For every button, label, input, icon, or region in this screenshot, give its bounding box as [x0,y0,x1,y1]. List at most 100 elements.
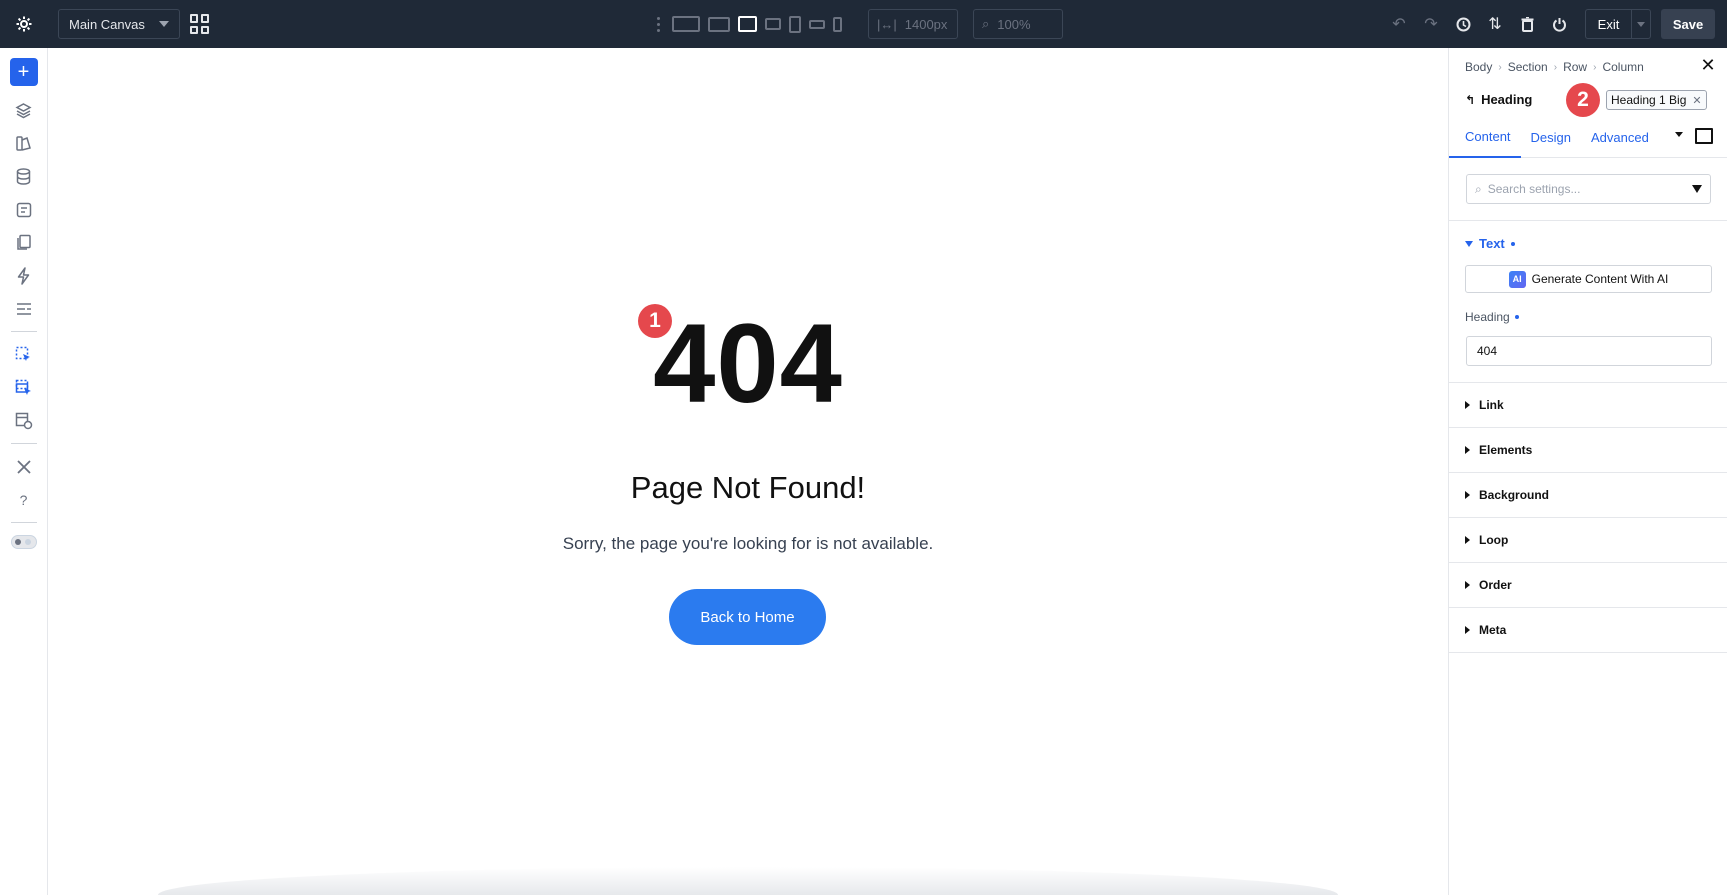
caret-right-icon [1465,581,1470,589]
help-icon[interactable]: ? [0,483,48,516]
back-arrow-icon[interactable]: ↰ [1465,93,1475,107]
breadcrumb-section[interactable]: Section [1508,60,1548,74]
page-heading-404[interactable]: 404 [48,308,1448,420]
theme-customizer-icon[interactable] [0,127,48,160]
tablet-view-icon[interactable] [789,0,801,48]
settings-gear-icon[interactable] [0,0,48,48]
page-not-found-title[interactable]: Page Not Found! [48,470,1448,506]
exit-button-group: Exit [1585,9,1651,39]
redo-icon[interactable]: ↷ [1415,0,1447,48]
exit-dropdown-icon[interactable] [1632,10,1650,38]
portability-icon[interactable] [0,193,48,226]
canvas-width-value: 1400px [904,16,948,32]
lightning-icon[interactable] [0,259,48,292]
caret-right-icon [1465,626,1470,634]
text-group-label: Text [1479,236,1505,251]
phone-landscape-view-icon[interactable] [809,0,825,48]
heading-text-field[interactable]: 404 [1466,336,1712,366]
undo-icon[interactable]: ↶ [1383,0,1415,48]
zoom-search-icon: ⌕ [982,16,990,31]
heading-field-label: Heading [1465,310,1519,324]
accordion-background[interactable]: Background [1449,473,1727,518]
modified-dot [1510,241,1515,246]
module-title-row: ↰ Heading [1465,92,1532,107]
power-icon[interactable] [1543,0,1575,48]
tools-icon[interactable] [0,450,48,483]
settings-tabs: Content Design Advanced [1449,118,1727,158]
mode-toggle[interactable] [10,535,37,549]
accordion-label: Order [1479,578,1512,592]
accordion-loop[interactable]: Loop [1449,518,1727,563]
sort-arrows-icon[interactable]: ⇅ [1479,0,1511,48]
laptop-view-icon[interactable] [738,0,757,48]
search-settings-input[interactable]: ⌕ Search settings... [1466,174,1711,204]
toolbar-actions: ↶ ↷ ⇅ Exit Save [1383,0,1727,48]
database-icon[interactable] [0,160,48,193]
zoom-field[interactable]: ⌕ 100% [973,9,1063,39]
pages-icon[interactable] [0,226,48,259]
select-cursor-icon[interactable] [0,338,48,371]
accordion-label: Background [1479,488,1550,502]
accordion-label: Meta [1479,623,1507,637]
canvas-select-label: Main Canvas [69,16,145,32]
expand-panel-icon[interactable] [1695,128,1713,144]
desktop-view-icon[interactable] [708,0,730,48]
generate-ai-button[interactable]: AI Generate Content With AI [1465,265,1712,293]
remove-preset-icon[interactable]: ✕ [1692,94,1701,107]
breadcrumb-body[interactable]: Body [1465,60,1492,74]
page-settings-icon[interactable] [0,292,48,325]
more-vertical-icon[interactable] [648,16,668,32]
breadcrumb-column[interactable]: Column [1602,60,1643,74]
preview-icon[interactable] [0,404,48,437]
tab-more-caret-icon[interactable] [1675,132,1683,137]
canvas-select[interactable]: Main Canvas [58,9,180,39]
tab-advanced[interactable]: Advanced [1581,118,1659,158]
preset-tag-label: Heading 1 Big [1611,93,1687,107]
caret-right-icon [1465,491,1470,499]
history-clock-icon[interactable] [1447,0,1479,48]
accordion-elements[interactable]: Elements [1449,428,1727,473]
module-title: Heading [1481,92,1533,107]
step-badge-1: 1 [638,304,672,338]
accordion-label: Loop [1479,533,1509,547]
preset-tag[interactable]: Heading 1 Big ✕ [1606,90,1707,110]
generate-ai-label: Generate Content With AI [1531,272,1669,286]
layers-icon[interactable] [0,94,48,127]
phone-view-icon[interactable] [833,0,842,48]
canvas-width-field[interactable]: |↔| 1400px [868,9,958,39]
tablet-landscape-view-icon[interactable] [765,0,781,48]
accordion-link[interactable]: Link [1449,383,1727,428]
multi-select-cursor-icon[interactable] [0,371,48,404]
filter-icon[interactable] [1692,185,1702,193]
accordion-order[interactable]: Order [1449,563,1727,608]
caret-right-icon [1465,401,1470,409]
device-bar: |↔| 1400px ⌕ 100% [648,0,1063,48]
tab-design[interactable]: Design [1521,118,1581,158]
step-badge-2: 2 [1566,83,1600,117]
caret-right-icon [1465,446,1470,454]
heading-label-text: Heading [1465,310,1510,324]
close-panel-icon[interactable]: ✕ [1699,56,1717,74]
rail-divider [10,443,37,444]
chevron-right-icon: › [1553,61,1558,73]
exit-button[interactable]: Exit [1586,10,1632,38]
grid-view-icon[interactable] [190,14,210,34]
text-group-toggle[interactable]: Text [1465,236,1515,251]
tab-content[interactable]: Content [1449,118,1521,158]
divider [1449,220,1727,221]
save-button[interactable]: Save [1661,9,1715,39]
add-element-plus-icon[interactable]: + [9,58,38,86]
rail-divider [10,522,37,523]
chevron-right-icon: › [1593,61,1597,73]
settings-panel: Body › Section › Row › Column ✕ ↰ Headin… [1448,48,1727,895]
search-placeholder: Search settings... [1487,182,1581,196]
back-to-home-button[interactable]: Back to Home [669,589,826,645]
not-available-message[interactable]: Sorry, the page you're looking for is no… [48,534,1448,554]
main-canvas: 404 1 Page Not Found! Sorry, the page yo… [48,48,1448,895]
breadcrumb-row[interactable]: Row [1563,60,1587,74]
breadcrumb: Body › Section › Row › Column [1465,60,1644,74]
modified-dot [1514,315,1519,319]
accordion-meta[interactable]: Meta [1449,608,1727,653]
widescreen-view-icon[interactable] [672,0,700,48]
trash-icon[interactable] [1511,0,1543,48]
